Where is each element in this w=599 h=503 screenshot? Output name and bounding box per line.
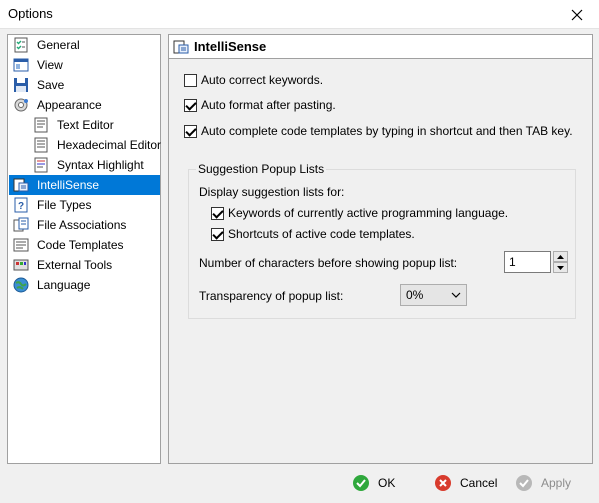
- spinner-down-button[interactable]: [553, 262, 568, 273]
- tree-item-label: Text Editor: [57, 118, 114, 132]
- spinner-down-icon: [557, 265, 564, 270]
- auto-correct-checkbox[interactable]: [184, 73, 197, 87]
- cancel-button[interactable]: Cancel: [434, 474, 497, 492]
- tree-item-code-templates[interactable]: Code Templates: [9, 235, 160, 255]
- tree-item-external-tools[interactable]: External Tools: [9, 255, 160, 275]
- window-title: Options: [8, 6, 53, 21]
- apply-checkmark-icon: [516, 475, 532, 491]
- syntax-highlight-icon: [34, 157, 48, 173]
- keywords-checkbox[interactable]: [211, 206, 224, 220]
- external-tools-icon: [13, 259, 29, 271]
- auto-complete-label: Auto complete code templates by typing i…: [201, 124, 573, 138]
- options-category-tree[interactable]: General View Save Appearance Text Editor…: [7, 34, 161, 464]
- intellisense-icon: [13, 178, 29, 192]
- auto-complete-checkbox-row[interactable]: Auto complete code templates by typing i…: [184, 124, 573, 138]
- general-checklist-icon: [14, 37, 28, 53]
- intellisense-icon: [173, 40, 189, 53]
- code-templates-icon: [13, 238, 29, 252]
- cancel-label: Cancel: [460, 476, 498, 490]
- tree-item-syntax-highlight[interactable]: Syntax Highlight: [9, 155, 160, 175]
- chars-before-popup-spinner[interactable]: 1: [504, 251, 568, 273]
- apply-label: Apply: [541, 476, 572, 490]
- ok-button[interactable]: OK: [352, 474, 395, 492]
- panel-title: IntelliSense: [194, 39, 267, 54]
- tree-item-label: General: [37, 38, 80, 52]
- tree-item-label: Code Templates: [37, 238, 124, 252]
- close-button[interactable]: [555, 0, 599, 29]
- tree-item-hexadecimal-editor[interactable]: Hexadecimal Editor: [9, 135, 162, 155]
- auto-format-checkbox[interactable]: [184, 98, 197, 112]
- view-icon: [13, 58, 29, 72]
- tree-item-label: Appearance: [37, 98, 102, 112]
- panel-header: IntelliSense: [169, 35, 592, 59]
- tree-item-language[interactable]: Language: [9, 275, 160, 295]
- cancel-x-icon: [435, 475, 451, 491]
- auto-format-checkbox-row[interactable]: Auto format after pasting.: [184, 98, 336, 112]
- tree-item-label: Hexadecimal Editor: [57, 138, 162, 152]
- transparency-dropdown[interactable]: 0%: [400, 284, 467, 306]
- tree-item-appearance[interactable]: Appearance: [9, 95, 160, 115]
- tree-item-save[interactable]: Save: [9, 75, 160, 95]
- tree-item-label: View: [37, 58, 63, 72]
- tree-item-label: Save: [37, 78, 65, 92]
- tree-item-file-associations[interactable]: File Associations: [9, 215, 160, 235]
- tree-item-label: IntelliSense: [37, 178, 100, 192]
- auto-format-label: Auto format after pasting.: [201, 98, 336, 112]
- text-editor-icon: [34, 117, 48, 133]
- intellisense-panel: IntelliSense Auto correct keywords. Auto…: [168, 34, 593, 464]
- file-associations-icon: [13, 217, 29, 232]
- chevron-down-icon: [451, 292, 461, 298]
- title-bar: Options: [0, 0, 599, 29]
- tree-item-label: File Types: [37, 198, 92, 212]
- appearance-icon: [14, 98, 28, 112]
- chars-before-popup-value[interactable]: 1: [504, 251, 551, 273]
- auto-correct-label: Auto correct keywords.: [201, 73, 324, 87]
- ok-checkmark-icon: [353, 475, 369, 491]
- shortcuts-checkbox-row[interactable]: Shortcuts of active code templates.: [211, 227, 415, 241]
- auto-complete-checkbox[interactable]: [184, 124, 197, 138]
- keywords-label: Keywords of currently active programming…: [228, 206, 509, 220]
- shortcuts-checkbox[interactable]: [211, 227, 224, 241]
- save-floppy-icon: [14, 78, 28, 92]
- tree-item-label: Syntax Highlight: [57, 158, 144, 172]
- close-icon: [571, 9, 583, 20]
- apply-button[interactable]: Apply: [515, 474, 571, 492]
- tree-item-label: File Associations: [37, 218, 127, 232]
- transparency-label: Transparency of popup list:: [199, 289, 344, 303]
- keywords-checkbox-row[interactable]: Keywords of currently active programming…: [211, 206, 508, 220]
- tree-item-view[interactable]: View: [9, 55, 160, 75]
- tree-item-file-types[interactable]: ? File Types: [9, 195, 160, 215]
- svg-text:?: ?: [18, 201, 24, 212]
- shortcuts-label: Shortcuts of active code templates.: [228, 227, 415, 241]
- chars-before-popup-label: Number of characters before showing popu…: [199, 256, 458, 270]
- tree-item-intellisense[interactable]: IntelliSense: [9, 175, 160, 195]
- globe-icon: [13, 277, 29, 293]
- ok-label: OK: [378, 476, 396, 490]
- spinner-up-icon: [557, 254, 564, 259]
- tree-item-label: External Tools: [37, 258, 113, 272]
- tree-item-label: Language: [37, 278, 91, 292]
- spinner-up-button[interactable]: [553, 251, 568, 262]
- transparency-value: 0%: [406, 288, 424, 302]
- file-types-icon: ?: [14, 197, 28, 213]
- display-suggestion-label: Display suggestion lists for:: [199, 185, 345, 199]
- tree-item-text-editor[interactable]: Text Editor: [9, 115, 160, 135]
- hex-editor-icon: [34, 137, 48, 153]
- group-legend: Suggestion Popup Lists: [196, 162, 327, 176]
- auto-correct-checkbox-row[interactable]: Auto correct keywords.: [184, 73, 323, 87]
- tree-item-general[interactable]: General: [9, 35, 160, 55]
